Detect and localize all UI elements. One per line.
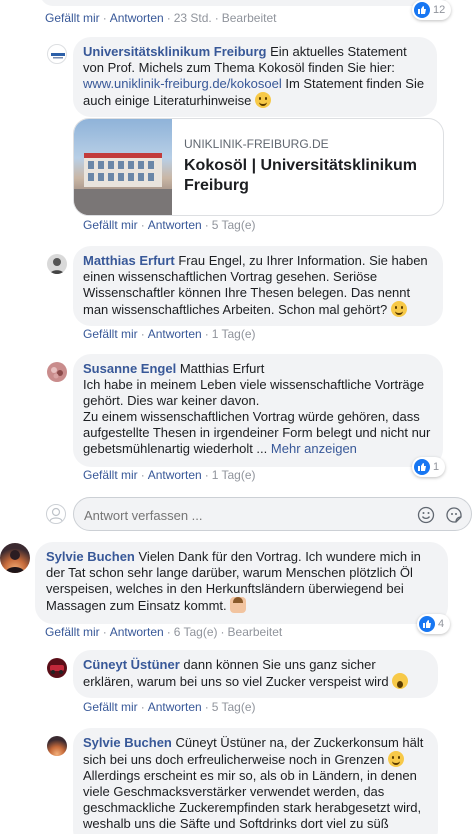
reply-input-box[interactable] bbox=[73, 497, 472, 531]
comment-author[interactable]: Susanne Engel bbox=[83, 361, 176, 376]
avatar[interactable] bbox=[47, 658, 67, 678]
timestamp[interactable]: 1 Tag(e) bbox=[212, 468, 256, 482]
comment-bubble: Cüneyt Üstüner dann können Sie uns ganz … bbox=[73, 650, 438, 698]
like-icon bbox=[419, 616, 435, 632]
scream-emoji-icon bbox=[392, 673, 409, 689]
comment-text: Ich habe in meinem Leben viele wissensch… bbox=[83, 377, 425, 408]
comment-bubble: Susanne Engel Matthias Erfurt Ich habe i… bbox=[73, 354, 443, 467]
comment-actions: Gefällt mir · Antworten · 5 Tag(e) bbox=[83, 700, 256, 714]
edited-label: Bearbeitet bbox=[221, 11, 277, 25]
like-button[interactable]: Gefällt mir bbox=[83, 468, 138, 482]
comment-actions: Gefällt mir · Antworten · 23 Std. · Bearbeitet bbox=[45, 11, 277, 25]
reply-button[interactable]: Antworten bbox=[148, 700, 202, 714]
comment-author[interactable]: Cüneyt Üstüner bbox=[83, 657, 180, 672]
like-button[interactable]: Gefällt mir bbox=[83, 700, 138, 714]
smile-emoji-icon bbox=[387, 751, 404, 767]
comment-bubble: Sylvie Buchen Vielen Dank für den Vortra… bbox=[35, 542, 448, 624]
comment-bubble: Matthias Erfurt Frau Engel, zu Ihrer Inf… bbox=[73, 246, 443, 326]
link-preview-domain: UNIKLINIK-FREIBURG.DE bbox=[184, 137, 329, 151]
show-more-link[interactable]: Mehr anzeigen bbox=[271, 441, 357, 456]
reply-button[interactable]: Antworten bbox=[110, 11, 164, 25]
like-button[interactable]: Gefällt mir bbox=[83, 327, 138, 341]
reply-button[interactable]: Antworten bbox=[148, 327, 202, 341]
reaction-count[interactable]: 1 bbox=[412, 457, 446, 477]
user-avatar bbox=[46, 504, 66, 524]
sticker-icon[interactable] bbox=[445, 506, 463, 527]
comment-link[interactable]: www.uniklinik-freiburg.de/kokosoel bbox=[83, 76, 282, 91]
edited-label: Bearbeitet bbox=[227, 625, 283, 639]
timestamp[interactable]: 5 Tag(e) bbox=[212, 218, 256, 232]
reaction-count[interactable]: 12 bbox=[412, 0, 452, 20]
smile-emoji-icon bbox=[390, 301, 407, 317]
comment-author[interactable]: Universitätsklinikum Freiburg bbox=[83, 44, 267, 59]
like-count: 12 bbox=[433, 4, 446, 16]
mention[interactable]: Matthias Erfurt bbox=[180, 361, 265, 376]
timestamp[interactable]: 1 Tag(e) bbox=[212, 327, 256, 341]
smile-emoji-icon bbox=[255, 92, 272, 108]
person-emoji-icon bbox=[230, 597, 247, 613]
reply-button[interactable]: Antworten bbox=[148, 468, 202, 482]
comment-actions: Gefällt mir · Antworten · 5 Tag(e) bbox=[83, 218, 256, 232]
comment-author[interactable]: Matthias Erfurt bbox=[83, 253, 175, 268]
like-count: 4 bbox=[438, 618, 445, 630]
emoji-icon[interactable] bbox=[417, 506, 435, 527]
comment-text: Zu einem wissenschaftlichen Vortrag würd… bbox=[83, 409, 431, 456]
comment-bubble: Universitätsklinikum Freiburg Ein aktuel… bbox=[73, 37, 437, 117]
link-preview-title[interactable]: Kokosöl | Universitätsklinikum Freiburg bbox=[184, 156, 434, 196]
like-count: 1 bbox=[433, 461, 440, 473]
comment-actions: Gefällt mir · Antworten · 1 Tag(e) bbox=[83, 327, 256, 341]
reaction-count[interactable]: 4 bbox=[417, 614, 451, 634]
like-icon bbox=[414, 459, 430, 475]
comment-actions: Gefällt mir · Antworten · 1 Tag(e) bbox=[83, 468, 256, 482]
avatar[interactable] bbox=[47, 254, 67, 274]
reply-button[interactable]: Antworten bbox=[148, 218, 202, 232]
like-icon bbox=[414, 2, 430, 18]
avatar[interactable] bbox=[47, 44, 67, 64]
avatar[interactable] bbox=[47, 362, 67, 382]
comment-actions: Gefällt mir · Antworten · 6 Tag(e) · Bearbeite… bbox=[45, 625, 283, 639]
avatar[interactable] bbox=[47, 736, 67, 756]
timestamp[interactable]: 23 Std. bbox=[174, 11, 212, 25]
reply-input[interactable] bbox=[84, 506, 384, 524]
like-button[interactable]: Gefällt mir bbox=[45, 11, 100, 25]
comment-author[interactable]: Sylvie Buchen bbox=[83, 735, 172, 750]
comment-text: Allerdings erscheint es mir so, als ob i… bbox=[83, 768, 422, 831]
like-button[interactable]: Gefällt mir bbox=[45, 625, 100, 639]
link-preview-card[interactable]: UNIKLINIK-FREIBURG.DE Kokosöl | Universi… bbox=[73, 118, 444, 216]
avatar[interactable] bbox=[0, 543, 30, 573]
reply-button[interactable]: Antworten bbox=[110, 625, 164, 639]
comment-author[interactable]: Sylvie Buchen bbox=[46, 549, 135, 564]
link-preview-image bbox=[74, 119, 172, 215]
previous-comment-bubble bbox=[40, 0, 448, 6]
timestamp[interactable]: 6 Tag(e) bbox=[174, 625, 218, 639]
timestamp[interactable]: 5 Tag(e) bbox=[212, 700, 256, 714]
mention[interactable]: Cüneyt Üstüner bbox=[176, 735, 266, 750]
like-button[interactable]: Gefällt mir bbox=[83, 218, 138, 232]
comment-bubble: Sylvie Buchen Cüneyt Üstüner na, der Zuc… bbox=[73, 728, 438, 834]
